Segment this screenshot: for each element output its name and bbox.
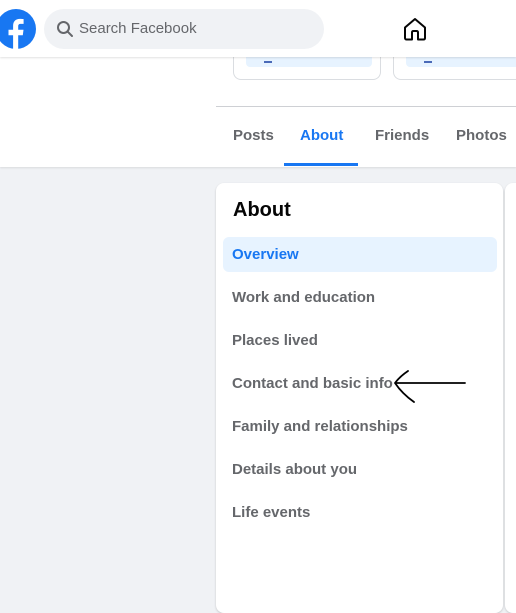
menu-item-label: Contact and basic info	[232, 375, 393, 392]
profile-card	[233, 55, 381, 80]
top-navigation-bar: Search Facebook	[0, 0, 516, 57]
tab-photos[interactable]: Photos	[456, 127, 507, 144]
menu-item-label: Overview	[232, 246, 299, 263]
header-divider	[216, 106, 516, 107]
profile-header: Posts About Friends Photos	[0, 55, 516, 167]
about-item-family-and-relationships[interactable]: Family and relationships	[223, 409, 497, 444]
menu-item-label: Family and relationships	[232, 418, 408, 435]
menu-item-label: Life events	[232, 504, 311, 521]
search-bar[interactable]: Search Facebook	[44, 9, 324, 49]
about-item-details-about-you[interactable]: Details about you	[223, 452, 497, 487]
menu-item-label: Work and education	[232, 289, 376, 306]
active-tab-indicator	[284, 163, 358, 166]
annotation-arrow-icon	[394, 370, 466, 403]
search-icon	[57, 21, 73, 37]
about-heading: About	[233, 199, 291, 221]
menu-item-label: Places lived	[232, 332, 318, 349]
tab-posts[interactable]: Posts	[233, 127, 274, 144]
menu-item-label: Details about you	[232, 461, 358, 478]
profile-card	[393, 55, 516, 80]
about-item-places-lived[interactable]: Places lived	[223, 323, 497, 358]
about-item-overview[interactable]: Overview	[223, 237, 497, 272]
tab-friends[interactable]: Friends	[375, 127, 429, 144]
about-item-life-events[interactable]: Life events	[223, 495, 497, 530]
search-input-placeholder: Search Facebook	[79, 20, 197, 37]
about-content-panel	[505, 183, 516, 613]
facebook-logo-icon[interactable]	[0, 9, 36, 49]
tab-about[interactable]: About	[300, 127, 343, 144]
about-item-work-and-education[interactable]: Work and education	[223, 280, 497, 315]
home-icon[interactable]	[402, 16, 428, 42]
